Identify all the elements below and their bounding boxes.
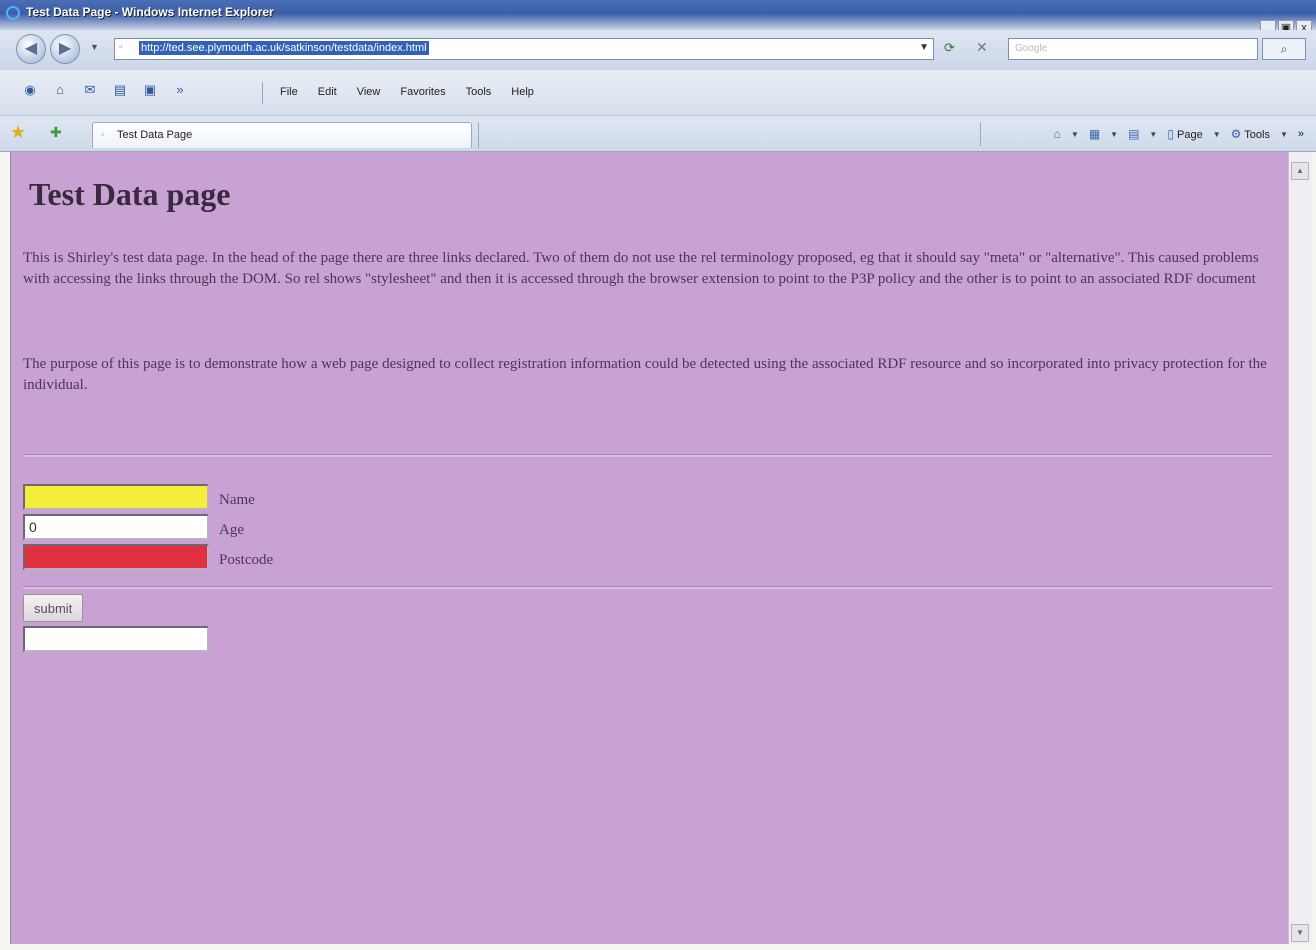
tab-page-icon: ▫ <box>101 129 105 139</box>
home-icon[interactable]: ⌂ <box>50 80 70 100</box>
scroll-up-icon[interactable]: ▲ <box>1291 162 1309 180</box>
favorites-star-icon[interactable]: ★ <box>10 122 26 143</box>
menu-edit[interactable]: Edit <box>318 86 337 98</box>
search-input[interactable]: Google <box>1008 38 1258 60</box>
menu-help[interactable]: Help <box>511 86 534 98</box>
tools-menu-label: Tools <box>1244 129 1270 141</box>
page-menu-button[interactable]: ▯ Page <box>1167 127 1202 141</box>
page-menu-label: Page <box>1177 129 1203 141</box>
purpose-paragraph: The purpose of this page is to demonstra… <box>23 356 1267 393</box>
chevron-more-icon[interactable]: » <box>1298 128 1304 140</box>
tab-test-data-page[interactable]: ▫ Test Data Page <box>92 122 472 148</box>
address-dropdown-icon[interactable]: ▼ <box>919 42 929 53</box>
submit-button[interactable]: submit <box>23 594 84 622</box>
menu-view[interactable]: View <box>357 86 381 98</box>
menu-toolbar: ◉ ⌂ ✉ ▤ ▣ » File Edit View Favorites Too… <box>0 70 1316 116</box>
menu-favorites[interactable]: Favorites <box>400 86 445 98</box>
print-button-icon[interactable]: ▤ <box>1128 127 1139 141</box>
stop-button[interactable]: ✕ <box>976 39 988 56</box>
feeds-icon[interactable]: ▦ <box>1089 127 1100 141</box>
page-menu-icon: ▯ <box>1167 127 1174 141</box>
page-dropdown-icon[interactable]: ▼ <box>1213 130 1221 139</box>
tab-label: Test Data Page <box>117 129 193 141</box>
age-field[interactable] <box>23 514 209 540</box>
name-field[interactable] <box>23 484 209 510</box>
ie-logo-icon <box>6 6 20 20</box>
toolbar-icons: ◉ ⌂ ✉ ▤ ▣ » <box>20 80 190 100</box>
command-bar: ⌂ ▼ ▦ ▼ ▤ ▼ ▯ Page ▼ ⚙ Tools ▼ » <box>1054 127 1304 141</box>
menu-separator <box>262 82 263 104</box>
age-label: Age <box>219 522 244 538</box>
menu-bar: File Edit View Favorites Tools Help <box>280 86 534 98</box>
tools-dropdown-icon[interactable]: ▼ <box>1280 130 1288 139</box>
scroll-down-icon[interactable]: ▼ <box>1291 924 1309 942</box>
print-icon[interactable]: ▤ <box>110 80 130 100</box>
page-heading: Test Data page <box>29 176 231 212</box>
divider-bottom <box>23 586 1273 589</box>
address-url[interactable]: http://ted.see.plymouth.ac.uk/satkinson/… <box>139 41 429 55</box>
home-button-icon[interactable]: ⌂ <box>1054 127 1061 141</box>
home-dropdown-icon[interactable]: ▼ <box>1071 130 1079 139</box>
divider-top <box>23 454 1273 457</box>
title-bar: Test Data Page - Windows Internet Explor… <box>0 0 1316 34</box>
page-icon: ▫ <box>119 42 123 53</box>
vertical-scrollbar[interactable]: ▲ ▼ <box>1288 152 1312 944</box>
back-button[interactable]: ◀ <box>16 34 46 64</box>
new-tab-button[interactable] <box>478 122 511 148</box>
add-favorite-icon[interactable]: ✚ <box>50 124 62 141</box>
forward-button[interactable]: ▶ <box>50 34 80 64</box>
save-icon[interactable]: ▣ <box>140 80 160 100</box>
address-toolbar: ◀ ▶ ▼ ▫ http://ted.see.plymouth.ac.uk/sa… <box>0 30 1316 70</box>
command-separator <box>980 122 981 146</box>
address-bar[interactable]: ▫ http://ted.see.plymouth.ac.uk/satkinso… <box>114 38 934 60</box>
globe-icon[interactable]: ◉ <box>20 80 40 100</box>
window-title: Test Data Page - Windows Internet Explor… <box>26 5 274 19</box>
menu-tools[interactable]: Tools <box>466 86 492 98</box>
name-label: Name <box>219 492 255 508</box>
feeds-dropdown-icon[interactable]: ▼ <box>1110 130 1118 139</box>
postcode-label: Postcode <box>219 552 274 568</box>
recent-pages-dropdown[interactable]: ▼ <box>90 42 99 52</box>
result-field[interactable] <box>23 626 209 652</box>
intro-paragraph: This is Shirley's test data page. In the… <box>23 250 1259 287</box>
postcode-field[interactable] <box>23 544 209 570</box>
refresh-button[interactable]: ⟳ <box>944 40 955 56</box>
print-dropdown-icon[interactable]: ▼ <box>1149 130 1157 139</box>
menu-file[interactable]: File <box>280 86 298 98</box>
tools-gear-icon: ⚙ <box>1230 127 1242 141</box>
page-content: Test Data page This is Shirley's test da… <box>10 152 1288 944</box>
tools-menu-button[interactable]: ⚙ Tools <box>1231 127 1270 141</box>
search-button[interactable]: ⌕ <box>1262 38 1306 60</box>
tab-bar: ★ ✚ ▫ Test Data Page ⌂ ▼ ▦ ▼ ▤ ▼ ▯ Page ▼ ⚙ … <box>0 116 1316 152</box>
mail-icon[interactable]: ✉ <box>80 80 100 100</box>
more-icon[interactable]: » <box>170 80 190 100</box>
